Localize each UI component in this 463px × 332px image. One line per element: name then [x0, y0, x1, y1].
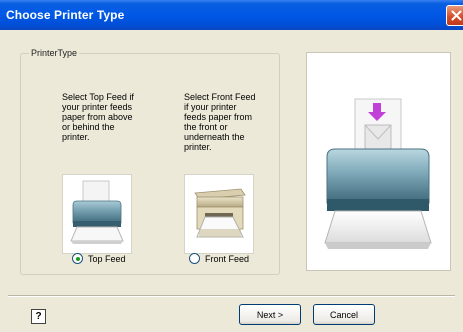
printer-preview-icon: [324, 98, 432, 249]
printer-front-feed-icon: [194, 188, 246, 238]
window-title: Choose Printer Type: [6, 8, 125, 22]
close-button[interactable]: [446, 5, 463, 26]
next-button[interactable]: Next >: [239, 304, 301, 325]
close-icon: [451, 10, 462, 21]
front-feed-description: Select Front Feed if your printer feeds …: [184, 92, 256, 152]
top-feed-description: Select Top Feed if your printer feeds pa…: [62, 92, 134, 142]
front-feed-option-row[interactable]: Front Feed: [189, 253, 249, 264]
printer-type-group: PrinterType Select Top Feed if your prin…: [20, 48, 280, 275]
top-feed-option-row[interactable]: Top Feed: [72, 253, 126, 264]
help-button[interactable]: ?: [31, 309, 46, 324]
top-feed-radio-button[interactable]: [72, 253, 83, 264]
top-feed-radio-label: Top Feed: [88, 253, 126, 264]
printer-preview-panel: [306, 52, 451, 271]
group-legend: PrinterType: [31, 48, 78, 58]
top-feed-thumbnail[interactable]: [62, 174, 132, 254]
cancel-button[interactable]: Cancel: [313, 304, 375, 325]
front-feed-radio-label: Front Feed: [205, 253, 250, 264]
footer-separator: [8, 295, 455, 297]
title-bar[interactable]: Choose Printer Type: [0, 0, 463, 30]
printer-top-feed-icon: [70, 180, 124, 244]
front-feed-radio-button[interactable]: [189, 253, 200, 264]
front-feed-thumbnail[interactable]: [184, 174, 254, 254]
dialog-body: PrinterType Select Top Feed if your prin…: [0, 30, 463, 332]
